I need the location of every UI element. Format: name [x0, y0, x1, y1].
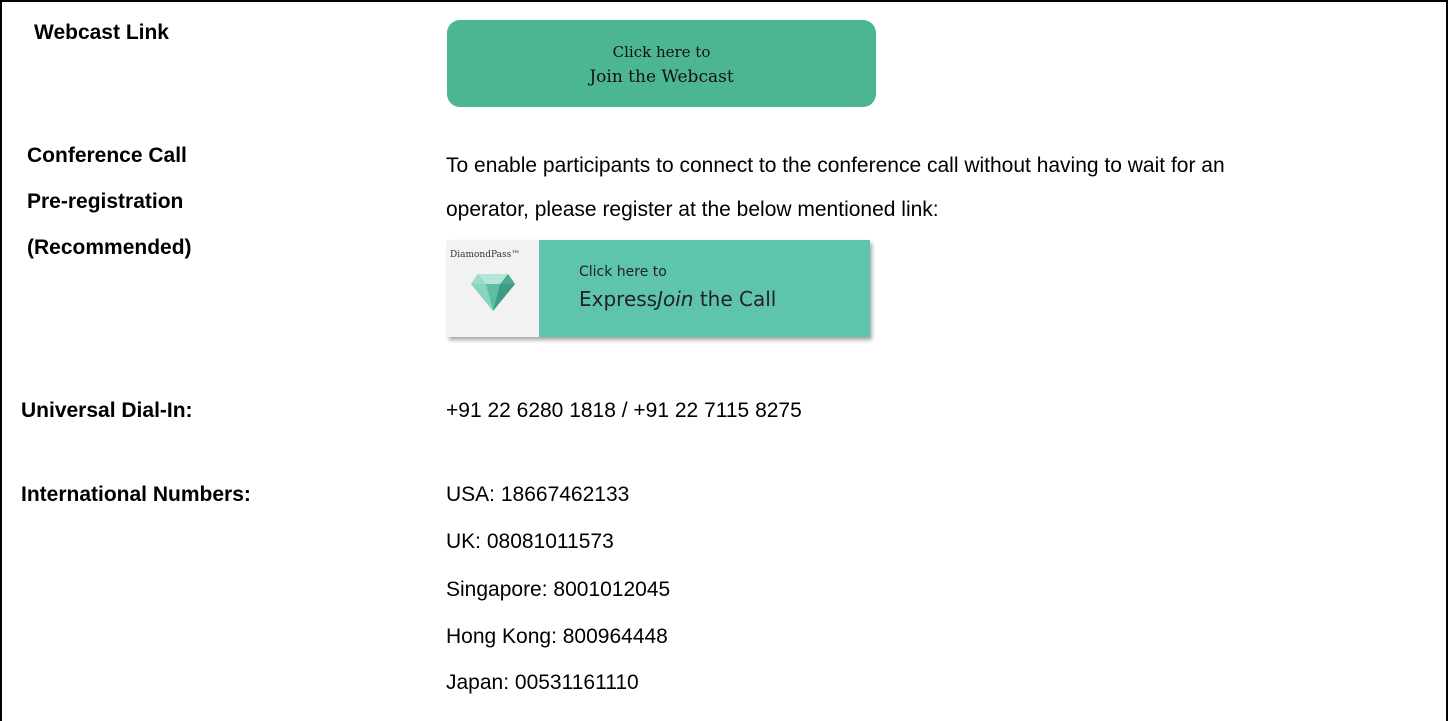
conference-label-line3: (Recommended) — [27, 236, 192, 259]
diamond-icon — [471, 274, 515, 311]
diamondpass-logo: DiamondPass™ — [447, 240, 539, 337]
international-number-uk: UK: 08081011573 — [446, 530, 614, 553]
conference-description-line2: operator, please register at the below m… — [446, 198, 939, 221]
international-number-usa: USA: 18667462133 — [446, 483, 630, 506]
diamondpass-line1: Click here to — [579, 264, 667, 280]
international-number-japan: Japan: 00531161110 — [446, 671, 639, 694]
conference-label-line1: Conference Call — [27, 144, 187, 167]
webcast-button-line2: Join the Webcast — [589, 67, 734, 87]
dial-in-value: +91 22 6280 1818 / +91 22 7115 8275 — [446, 399, 802, 422]
diamondpass-expressjoin-button[interactable]: DiamondPass™ Click here to ExpressJoin t… — [447, 240, 870, 337]
diamondpass-brand-text: DiamondPass™ — [450, 250, 521, 260]
dial-in-label: Universal Dial-In: — [21, 399, 193, 422]
international-number-hong-kong: Hong Kong: 800964448 — [446, 625, 668, 648]
diamondpass-line2: ExpressJoin the Call — [579, 287, 776, 311]
conference-label-line2: Pre-registration — [27, 190, 184, 213]
webcast-button-line1: Click here to — [612, 43, 711, 61]
webcast-label: Webcast Link — [34, 21, 169, 44]
conference-description-line1: To enable participants to connect to the… — [446, 154, 1225, 177]
join-webcast-button[interactable]: Click here to Join the Webcast — [447, 20, 876, 107]
international-number-singapore: Singapore: 8001012045 — [446, 578, 671, 601]
diamondpass-line2-suffix: the Call — [693, 287, 777, 311]
international-label: International Numbers: — [21, 483, 251, 506]
diamondpass-line2-prefix: Express — [579, 287, 658, 311]
diamondpass-line2-italic: Join — [657, 287, 694, 311]
diamondpass-action-area: Click here to ExpressJoin the Call — [539, 240, 870, 337]
info-table — [0, 0, 1448, 721]
